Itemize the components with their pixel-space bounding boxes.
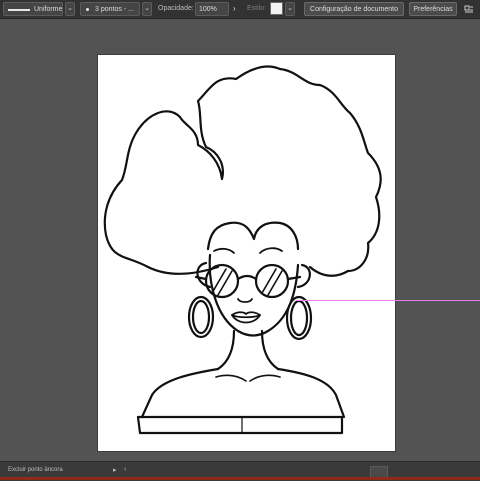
style-swatch[interactable] xyxy=(270,2,283,15)
neck-right xyxy=(260,329,280,371)
chevron-down-icon: ⌄ xyxy=(67,5,73,12)
upper-lip xyxy=(231,311,261,319)
style-dropdown[interactable]: ⌄ xyxy=(285,2,295,16)
left-earring-inner xyxy=(191,299,211,335)
document-setup-button[interactable]: Configuração de documento xyxy=(304,2,404,16)
play-arrow-icon[interactable]: ▸ xyxy=(113,466,117,474)
arrange-documents-icon[interactable] xyxy=(463,3,475,15)
opacity-input[interactable]: 100% xyxy=(195,2,229,16)
glasses-arm-right xyxy=(286,275,302,281)
brush-dot-icon xyxy=(86,8,89,11)
line-art-illustration[interactable] xyxy=(98,55,395,451)
collarbone xyxy=(215,374,281,382)
glasses-arm-left xyxy=(194,275,208,281)
canvas-area[interactable] xyxy=(0,19,480,461)
opacity-label: Opacidade: xyxy=(158,5,194,12)
glasses-bridge xyxy=(236,274,258,281)
stroke-line-icon xyxy=(8,9,30,11)
left-brow xyxy=(213,247,235,254)
shoulders xyxy=(140,367,220,419)
stroke-profile-select[interactable]: Uniforme xyxy=(3,2,63,16)
tool-hint: Excluir ponto âncora xyxy=(8,467,63,473)
chevron-right-icon[interactable]: › xyxy=(233,2,236,16)
brush-label: 3 pontos - ... xyxy=(95,6,134,13)
hair-swirl xyxy=(206,221,300,251)
preferences-button[interactable]: Preferências xyxy=(409,2,457,16)
chevron-down-icon: ⌄ xyxy=(287,5,293,12)
nose xyxy=(237,298,253,303)
stroke-profile-dropdown[interactable]: ⌄ xyxy=(65,2,75,16)
artboard[interactable] xyxy=(98,55,395,451)
stroke-profile-label: Uniforme xyxy=(34,6,63,13)
style-label: Estilo: xyxy=(247,5,267,12)
right-earring-inner xyxy=(289,299,309,337)
hair-outline xyxy=(103,65,382,277)
right-lens xyxy=(254,263,290,299)
shoulders-right xyxy=(276,367,346,419)
smart-guide-line xyxy=(296,300,480,301)
chevron-down-icon: ⌄ xyxy=(144,5,150,12)
lens-glare-right xyxy=(261,268,283,296)
chevron-left-icon[interactable]: ‹ xyxy=(124,466,126,473)
top-band xyxy=(136,415,344,435)
brush-dropdown[interactable]: ⌄ xyxy=(142,2,152,16)
lens-glare-left xyxy=(211,268,233,296)
right-brow xyxy=(259,247,283,254)
face-outline xyxy=(208,253,300,337)
neck-left xyxy=(216,329,236,371)
control-bar: Uniforme ⌄ 3 pontos - ... ⌄ Opacidade: 1… xyxy=(0,0,480,19)
brush-select[interactable]: 3 pontos - ... xyxy=(80,2,140,16)
